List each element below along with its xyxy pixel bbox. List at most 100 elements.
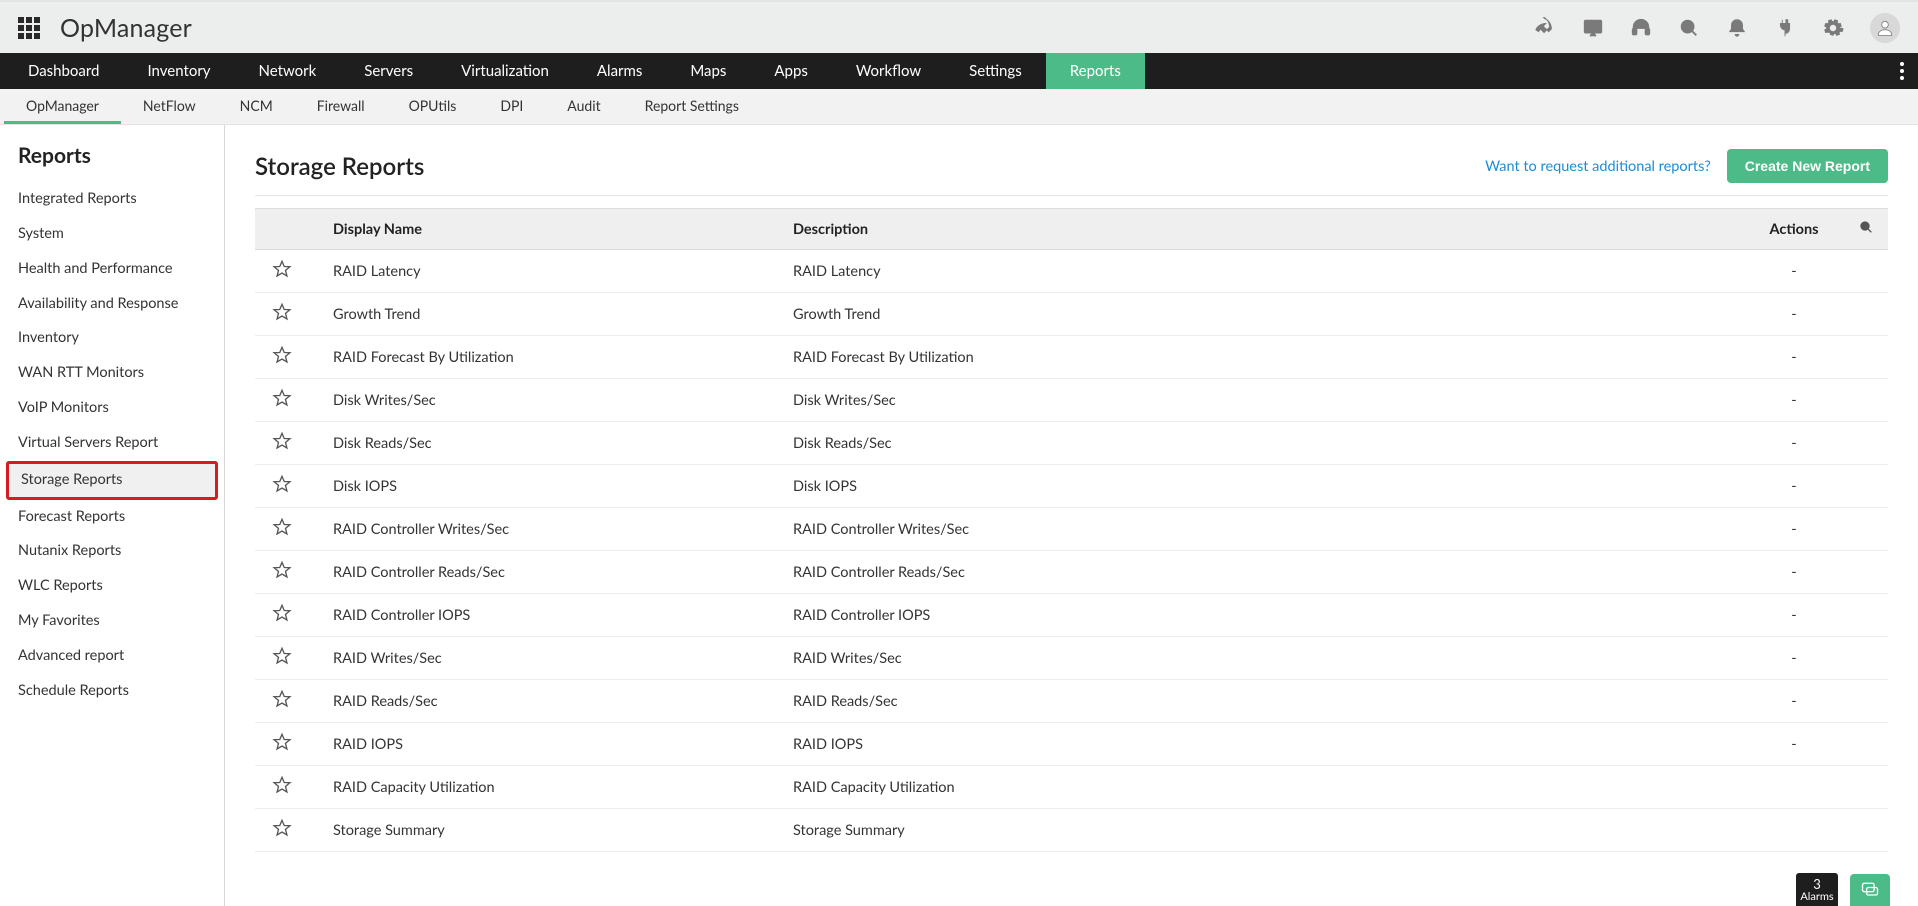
bell-icon[interactable]: [1726, 17, 1748, 39]
sidebar-item-advanced-report[interactable]: Advanced report: [0, 639, 224, 674]
create-new-report-button[interactable]: Create New Report: [1727, 149, 1888, 183]
report-name[interactable]: RAID Writes/Sec: [309, 637, 779, 680]
table-row[interactable]: RAID Capacity UtilizationRAID Capacity U…: [255, 766, 1888, 809]
report-name[interactable]: RAID Latency: [309, 250, 779, 293]
primary-tab-servers[interactable]: Servers: [340, 53, 437, 89]
favorite-star-icon[interactable]: [255, 293, 309, 336]
sidebar-item-system[interactable]: System: [0, 217, 224, 252]
sidebar-item-inventory[interactable]: Inventory: [0, 321, 224, 356]
search-icon[interactable]: [1678, 17, 1700, 39]
sidebar-item-virtual-servers-report[interactable]: Virtual Servers Report: [0, 426, 224, 461]
report-name[interactable]: Disk Reads/Sec: [309, 422, 779, 465]
favorite-star-icon[interactable]: [255, 809, 309, 852]
table-row[interactable]: RAID Controller Reads/SecRAID Controller…: [255, 551, 1888, 594]
sidebar-item-storage-reports[interactable]: Storage Reports: [6, 461, 218, 500]
favorite-star-icon[interactable]: [255, 766, 309, 809]
column-display-name[interactable]: Display Name: [309, 209, 779, 250]
sub-tab-oputils[interactable]: OPUtils: [387, 89, 479, 124]
sidebar-item-availability-and-response[interactable]: Availability and Response: [0, 287, 224, 322]
sub-tab-ncm[interactable]: NCM: [218, 89, 295, 124]
favorite-star-icon[interactable]: [255, 594, 309, 637]
report-name[interactable]: Disk IOPS: [309, 465, 779, 508]
report-name[interactable]: RAID Reads/Sec: [309, 680, 779, 723]
sub-tab-opmanager[interactable]: OpManager: [4, 89, 121, 124]
favorite-star-icon[interactable]: [255, 379, 309, 422]
report-name[interactable]: Growth Trend: [309, 293, 779, 336]
primary-tab-virtualization[interactable]: Virtualization: [437, 53, 573, 89]
report-name[interactable]: RAID Controller Writes/Sec: [309, 508, 779, 551]
sidebar-item-schedule-reports[interactable]: Schedule Reports: [0, 674, 224, 709]
headset-icon[interactable]: [1630, 17, 1652, 39]
row-spacer: [1844, 293, 1888, 336]
row-spacer: [1844, 594, 1888, 637]
favorite-star-icon[interactable]: [255, 637, 309, 680]
favorite-star-icon[interactable]: [255, 551, 309, 594]
gear-icon[interactable]: [1822, 17, 1844, 39]
report-description: RAID Writes/Sec: [779, 637, 1744, 680]
primary-tab-workflow[interactable]: Workflow: [832, 53, 945, 89]
report-name[interactable]: Storage Summary: [309, 809, 779, 852]
sub-tab-audit[interactable]: Audit: [545, 89, 622, 124]
table-row[interactable]: RAID Writes/SecRAID Writes/Sec-: [255, 637, 1888, 680]
table-row[interactable]: Storage SummaryStorage Summary: [255, 809, 1888, 852]
apps-menu-icon[interactable]: [18, 17, 40, 39]
report-name[interactable]: RAID Capacity Utilization: [309, 766, 779, 809]
report-name[interactable]: RAID IOPS: [309, 723, 779, 766]
sidebar-item-voip-monitors[interactable]: VoIP Monitors: [0, 391, 224, 426]
sidebar-item-wlc-reports[interactable]: WLC Reports: [0, 569, 224, 604]
primary-tab-settings[interactable]: Settings: [945, 53, 1046, 89]
table-search-icon[interactable]: [1844, 209, 1888, 250]
presentation-icon[interactable]: [1582, 17, 1604, 39]
alarms-widget[interactable]: 3 Alarms: [1796, 873, 1838, 906]
favorite-star-icon[interactable]: [255, 250, 309, 293]
favorite-star-icon[interactable]: [255, 508, 309, 551]
report-actions: -: [1744, 551, 1844, 594]
request-reports-link[interactable]: Want to request additional reports?: [1485, 158, 1711, 175]
table-row[interactable]: Disk Writes/SecDisk Writes/Sec-: [255, 379, 1888, 422]
favorite-star-icon[interactable]: [255, 465, 309, 508]
favorite-star-icon[interactable]: [255, 422, 309, 465]
table-row[interactable]: Disk Reads/SecDisk Reads/Sec-: [255, 422, 1888, 465]
primary-tab-network[interactable]: Network: [235, 53, 341, 89]
primary-tab-maps[interactable]: Maps: [666, 53, 750, 89]
favorite-star-icon[interactable]: [255, 680, 309, 723]
primary-tab-inventory[interactable]: Inventory: [123, 53, 234, 89]
sidebar-item-forecast-reports[interactable]: Forecast Reports: [0, 500, 224, 535]
table-row[interactable]: RAID Reads/SecRAID Reads/Sec-: [255, 680, 1888, 723]
table-row[interactable]: RAID Forecast By UtilizationRAID Forecas…: [255, 336, 1888, 379]
plug-icon[interactable]: [1774, 17, 1796, 39]
row-spacer: [1844, 680, 1888, 723]
sidebar-item-wan-rtt-monitors[interactable]: WAN RTT Monitors: [0, 356, 224, 391]
sub-tab-report-settings[interactable]: Report Settings: [623, 89, 761, 124]
rocket-icon[interactable]: [1534, 17, 1556, 39]
table-row[interactable]: RAID Controller Writes/SecRAID Controlle…: [255, 508, 1888, 551]
sidebar-item-health-and-performance[interactable]: Health and Performance: [0, 252, 224, 287]
primary-tab-reports[interactable]: Reports: [1046, 53, 1145, 89]
sidebar-item-nutanix-reports[interactable]: Nutanix Reports: [0, 534, 224, 569]
sidebar-item-my-favorites[interactable]: My Favorites: [0, 604, 224, 639]
report-name[interactable]: RAID Forecast By Utilization: [309, 336, 779, 379]
report-name[interactable]: Disk Writes/Sec: [309, 379, 779, 422]
table-row[interactable]: Disk IOPSDisk IOPS-: [255, 465, 1888, 508]
sub-tab-netflow[interactable]: NetFlow: [121, 89, 218, 124]
column-description[interactable]: Description: [779, 209, 1744, 250]
table-row[interactable]: RAID Controller IOPSRAID Controller IOPS…: [255, 594, 1888, 637]
more-menu-icon[interactable]: [1886, 53, 1918, 89]
sub-tab-dpi[interactable]: DPI: [478, 89, 545, 124]
avatar[interactable]: [1870, 13, 1900, 43]
report-name[interactable]: RAID Controller Reads/Sec: [309, 551, 779, 594]
table-row[interactable]: RAID IOPSRAID IOPS-: [255, 723, 1888, 766]
favorite-star-icon[interactable]: [255, 336, 309, 379]
table-row[interactable]: Growth TrendGrowth Trend-: [255, 293, 1888, 336]
report-name[interactable]: RAID Controller IOPS: [309, 594, 779, 637]
favorite-star-icon[interactable]: [255, 723, 309, 766]
primary-tab-alarms[interactable]: Alarms: [573, 53, 666, 89]
report-actions: -: [1744, 594, 1844, 637]
sidebar-item-integrated-reports[interactable]: Integrated Reports: [0, 182, 224, 217]
table-row[interactable]: RAID LatencyRAID Latency-: [255, 250, 1888, 293]
sub-tab-firewall[interactable]: Firewall: [295, 89, 387, 124]
report-description: Disk Reads/Sec: [779, 422, 1744, 465]
primary-tab-apps[interactable]: Apps: [750, 53, 831, 89]
primary-tab-dashboard[interactable]: Dashboard: [4, 53, 123, 89]
chat-icon[interactable]: [1850, 874, 1890, 906]
